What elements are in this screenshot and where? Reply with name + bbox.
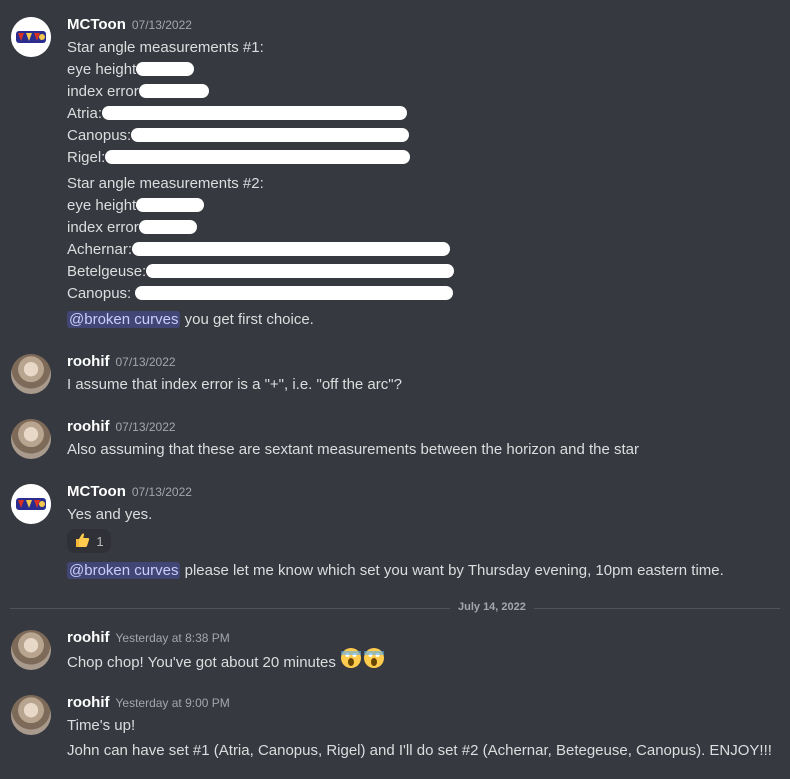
mention-text: you get first choice. (180, 311, 314, 328)
message-line: Star angle measurements #2: (67, 175, 264, 192)
redaction-bar (138, 83, 209, 98)
timestamp[interactable]: 07/13/2022 (132, 18, 192, 32)
line-label: eye height (67, 197, 137, 214)
message-text: John can have set #1 (Atria, Canopus, Ri… (67, 742, 772, 759)
reaction-count: 1 (96, 533, 104, 549)
message-header: MCToon 07/13/2022 (67, 483, 192, 503)
line-label: Canopus: (67, 285, 132, 302)
date-divider (10, 608, 780, 609)
message-header: roohif 07/13/2022 (67, 418, 176, 438)
message-header: roohif Yesterday at 9:00 PM (67, 694, 230, 714)
redaction-bar (138, 219, 197, 234)
message-line: Canopus: (67, 284, 454, 304)
redaction-bar (102, 105, 408, 120)
message-line: @broken curves you get first choice. (67, 310, 314, 330)
user-mention[interactable]: @broken curves (67, 562, 181, 579)
message-text: Yes and yes. (67, 506, 153, 523)
username[interactable]: roohif (67, 353, 110, 370)
line-label: Rigel: (67, 149, 106, 166)
message-text: Chop chop! You've got about 20 minutes (67, 653, 336, 671)
line-label: index error (67, 219, 139, 236)
line-label: Canopus: (67, 127, 132, 144)
avatar[interactable] (11, 17, 51, 57)
mctoon-avatar-icon (11, 484, 51, 524)
avatar[interactable] (11, 419, 51, 459)
message-line: Achernar: (67, 240, 451, 260)
line-label: Atria: (67, 105, 103, 122)
message-header: MCToon 07/13/2022 (67, 16, 192, 36)
redaction-bar (136, 61, 195, 76)
screaming-face-icon (340, 647, 386, 675)
message-line: Star angle measurements #1: (67, 39, 264, 56)
redaction-bar (132, 241, 451, 256)
username[interactable]: roohif (67, 418, 110, 435)
mctoon-avatar-icon (11, 17, 51, 57)
line-label: index error (67, 83, 139, 100)
message-text: I assume that index error is a "+", i.e.… (67, 376, 402, 393)
message-header: roohif Yesterday at 8:38 PM (67, 629, 230, 649)
message-line: index error (67, 218, 197, 238)
line-label: Achernar: (67, 241, 133, 258)
timestamp[interactable]: 07/13/2022 (116, 420, 176, 434)
avatar[interactable] (11, 695, 51, 735)
timestamp[interactable]: Yesterday at 8:38 PM (116, 631, 230, 645)
avatar[interactable] (11, 630, 51, 670)
line-label: Betelgeuse: (67, 263, 147, 280)
message-line: eye height (67, 60, 195, 80)
message-line: eye height (67, 196, 205, 216)
reaction-button[interactable]: 1 (67, 529, 111, 553)
message-line: Chop chop! You've got about 20 minutes (67, 648, 386, 675)
message-text: Also assuming that these are sextant mea… (67, 441, 639, 458)
message-line: Canopus: (67, 126, 410, 146)
message-line: Betelgeuse: (67, 262, 455, 282)
username[interactable]: roohif (67, 694, 110, 711)
username[interactable]: MCToon (67, 16, 126, 33)
message-header: roohif 07/13/2022 (67, 353, 176, 373)
message-text: Time's up! (67, 717, 136, 734)
thumbs-up-icon (74, 532, 90, 551)
message-line: Rigel: (67, 148, 411, 168)
message-line: index error (67, 82, 209, 102)
redaction-bar (146, 263, 455, 278)
message-line: Atria: (67, 104, 408, 124)
line-label: eye height (67, 61, 137, 78)
redaction-bar (131, 127, 410, 142)
redaction-bar (105, 149, 411, 164)
date-divider-label: July 14, 2022 (450, 601, 534, 613)
message-line: @broken curves please let me know which … (67, 561, 724, 581)
redaction-bar (135, 285, 454, 300)
timestamp[interactable]: 07/13/2022 (132, 485, 192, 499)
username[interactable]: MCToon (67, 483, 126, 500)
user-mention[interactable]: @broken curves (67, 311, 181, 328)
username[interactable]: roohif (67, 629, 110, 646)
mention-text: please let me know which set you want by… (180, 562, 724, 579)
avatar[interactable] (11, 484, 51, 524)
timestamp[interactable]: 07/13/2022 (116, 355, 176, 369)
timestamp[interactable]: Yesterday at 9:00 PM (116, 696, 230, 710)
redaction-bar (136, 197, 205, 212)
avatar[interactable] (11, 354, 51, 394)
